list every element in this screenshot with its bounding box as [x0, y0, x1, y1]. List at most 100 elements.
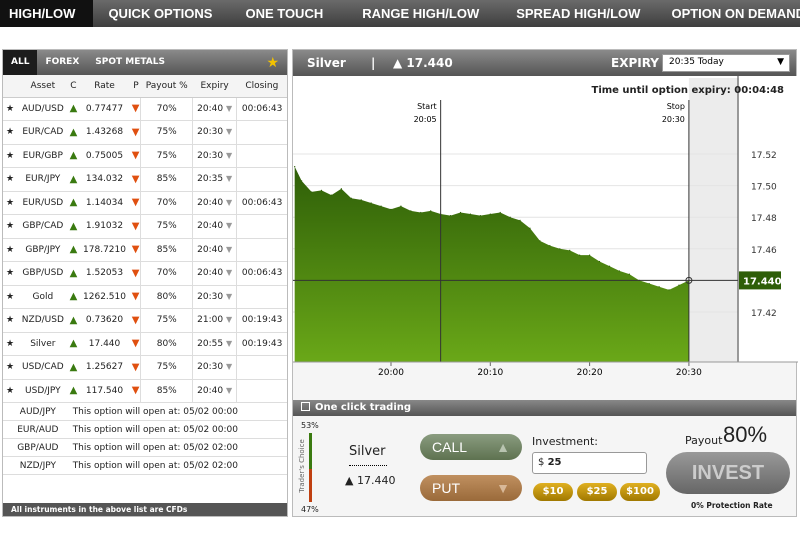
- put-arrow-icon[interactable]: ▼: [130, 191, 141, 215]
- call-arrow-icon[interactable]: ▲: [68, 97, 79, 121]
- call-arrow-icon[interactable]: ▲: [68, 355, 79, 380]
- call-arrow-icon[interactable]: ▲: [68, 144, 79, 168]
- put-arrow-icon[interactable]: ▼: [130, 97, 141, 121]
- put-arrow-icon[interactable]: ▼: [130, 285, 141, 309]
- nav-one-touch[interactable]: ONE TOUCH: [236, 0, 341, 27]
- asset-name: EUR/GBP: [17, 144, 69, 168]
- put-arrow-icon[interactable]: ▼: [130, 379, 141, 403]
- call-arrow-icon[interactable]: ▲: [68, 167, 79, 192]
- favorite-star-icon[interactable]: ★: [3, 167, 17, 192]
- asset-row[interactable]: ★ Gold ▲ 1262.510 ▼ 80% 20:30 ▼: [3, 285, 287, 309]
- call-arrow-icon[interactable]: ▲: [68, 285, 79, 309]
- favorite-star-icon[interactable]: ★: [3, 355, 17, 380]
- asset-row[interactable]: ★ GBP/JPY ▲ 178.7210 ▼ 85% 20:40 ▼: [3, 238, 287, 262]
- amount-100-button[interactable]: $100: [620, 483, 660, 501]
- put-arrow-icon[interactable]: ▼: [130, 238, 141, 262]
- expiry-dropdown[interactable]: 20:40 ▼: [192, 261, 237, 286]
- asset-row[interactable]: ★ USD/JPY ▲ 117.540 ▼ 85% 20:40 ▼: [3, 379, 287, 403]
- asset-row[interactable]: ★ Silver ▲ 17.440 ▼ 80% 20:55 ▼ 00:19:43: [3, 332, 287, 356]
- nav-quick-options[interactable]: QUICK OPTIONS: [99, 0, 230, 27]
- call-arrow-icon[interactable]: ▲: [68, 332, 79, 356]
- expiry-dropdown[interactable]: 20:30 ▼: [192, 144, 237, 168]
- chart-price: ▲ 17.440: [393, 56, 453, 70]
- expiry-dropdown[interactable]: 20:55 ▼: [192, 332, 237, 356]
- nav-high-low[interactable]: HIGH/LOW: [0, 0, 94, 27]
- expiry-dropdown[interactable]: 21:00 ▼: [192, 308, 237, 333]
- expiry-dropdown[interactable]: 20:40 ▼: [192, 97, 237, 121]
- call-arrow-icon[interactable]: ▲: [68, 308, 79, 333]
- favorite-star-icon[interactable]: ★: [3, 261, 17, 286]
- expiry-dropdown[interactable]: 20:40 ▼: [192, 379, 237, 403]
- expiry-dropdown[interactable]: 20:40 ▼: [192, 191, 237, 215]
- favorite-star-icon[interactable]: ★: [3, 97, 17, 121]
- asset-name: Gold: [17, 285, 69, 309]
- favorite-star-icon[interactable]: ★: [3, 238, 17, 262]
- put-arrow-icon[interactable]: ▼: [130, 167, 141, 192]
- amount-25-button[interactable]: $25: [577, 483, 617, 501]
- chevron-down-icon: ▼: [225, 338, 233, 348]
- nav-range-high-low[interactable]: RANGE HIGH/LOW: [353, 0, 497, 27]
- nav-spread-high-low[interactable]: SPREAD HIGH/LOW: [507, 0, 658, 27]
- call-arrow-icon[interactable]: ▲: [68, 261, 79, 286]
- favorite-star-icon[interactable]: ★: [3, 285, 17, 309]
- call-arrow-icon[interactable]: ▲: [68, 379, 79, 403]
- favorite-star-icon[interactable]: ★: [3, 379, 17, 403]
- favorite-star-icon[interactable]: ★: [3, 144, 17, 168]
- call-arrow-icon[interactable]: ▲: [68, 120, 79, 145]
- expiry-dropdown[interactable]: 20:40 ▼: [192, 238, 237, 262]
- expiry-dropdown[interactable]: 20:40 ▼: [192, 214, 237, 239]
- price-point: [628, 273, 630, 275]
- asset-row[interactable]: ★ GBP/USD ▲ 1.52053 ▼ 70% 20:40 ▼ 00:06:…: [3, 261, 287, 286]
- asset-row[interactable]: ★ EUR/CAD ▲ 1.43268 ▼ 75% 20:30 ▼: [3, 120, 287, 145]
- price-point: [489, 213, 491, 215]
- put-arrow-icon[interactable]: ▼: [130, 214, 141, 239]
- expiry-dropdown[interactable]: 20:35 ▼: [192, 167, 237, 192]
- chevron-down-icon: ▼: [225, 150, 233, 160]
- asset-row[interactable]: ★ EUR/GBP ▲ 0.75005 ▼ 75% 20:30 ▼: [3, 144, 287, 168]
- call-button[interactable]: CALL ▲: [420, 434, 522, 460]
- favorites-star-icon[interactable]: ★: [266, 55, 279, 71]
- tab-forex[interactable]: FOREX: [37, 50, 87, 75]
- investment-input[interactable]: $ 25: [532, 452, 647, 474]
- expiry-select[interactable]: 20:35 Today ▼: [662, 54, 790, 72]
- expiry-dropdown[interactable]: 20:30 ▼: [192, 120, 237, 145]
- invest-button[interactable]: INVEST: [666, 452, 790, 494]
- expiry-dropdown[interactable]: 20:30 ▼: [192, 355, 237, 380]
- asset-row[interactable]: ★ GBP/CAD ▲ 1.91032 ▼ 75% 20:40 ▼: [3, 214, 287, 239]
- nav-option-on-demand[interactable]: OPTION ON DEMAND: [662, 0, 800, 27]
- put-arrow-icon[interactable]: ▼: [130, 261, 141, 286]
- call-arrow-icon[interactable]: ▲: [68, 214, 79, 239]
- put-arrow-icon[interactable]: ▼: [130, 308, 141, 333]
- put-arrow-icon[interactable]: ▼: [130, 355, 141, 380]
- asset-row[interactable]: ★ AUD/USD ▲ 0.77477 ▼ 70% 20:40 ▼ 00:06:…: [3, 97, 287, 121]
- put-arrow-icon[interactable]: ▼: [130, 144, 141, 168]
- price-chart[interactable]: 17.5217.5017.4817.4617.4417.4217.440Star…: [293, 50, 798, 400]
- call-arrow-icon[interactable]: ▲: [68, 238, 79, 262]
- one-click-checkbox[interactable]: [301, 402, 310, 411]
- asset-row[interactable]: ★ EUR/USD ▲ 1.14034 ▼ 70% 20:40 ▼ 00:06:…: [3, 191, 287, 215]
- put-button[interactable]: PUT ▼: [420, 475, 522, 501]
- amount-10-button[interactable]: $10: [533, 483, 573, 501]
- asset-row[interactable]: ★ USD/CAD ▲ 1.25627 ▼ 75% 20:30 ▼: [3, 355, 287, 380]
- favorite-star-icon[interactable]: ★: [3, 214, 17, 239]
- price-point: [420, 211, 422, 214]
- price-point: [370, 202, 372, 204]
- asset-row[interactable]: ★ NZD/USD ▲ 0.73620 ▼ 75% 21:00 ▼ 00:19:…: [3, 308, 287, 333]
- favorite-star-icon[interactable]: ★: [3, 120, 17, 145]
- favorite-star-icon[interactable]: ★: [3, 332, 17, 356]
- call-arrow-icon[interactable]: ▲: [68, 191, 79, 215]
- asset-rate: 0.73620: [78, 308, 131, 333]
- chevron-down-icon: ▼: [777, 57, 784, 67]
- put-arrow-icon[interactable]: ▼: [130, 120, 141, 145]
- tab-spot-metals[interactable]: SPOT METALS: [87, 50, 173, 75]
- closing-time: [236, 120, 287, 145]
- put-arrow-icon[interactable]: ▼: [130, 332, 141, 356]
- favorite-star-icon[interactable]: ★: [3, 308, 17, 333]
- asset-payout: 70%: [140, 97, 193, 121]
- asset-row[interactable]: ★ EUR/JPY ▲ 134.032 ▼ 85% 20:35 ▼: [3, 167, 287, 192]
- asset-rate: 1.43268: [78, 120, 131, 145]
- expiry-dropdown[interactable]: 20:30 ▼: [192, 285, 237, 309]
- tab-all[interactable]: ALL: [3, 50, 38, 75]
- payout-label: Payout: [685, 434, 723, 447]
- favorite-star-icon[interactable]: ★: [3, 191, 17, 215]
